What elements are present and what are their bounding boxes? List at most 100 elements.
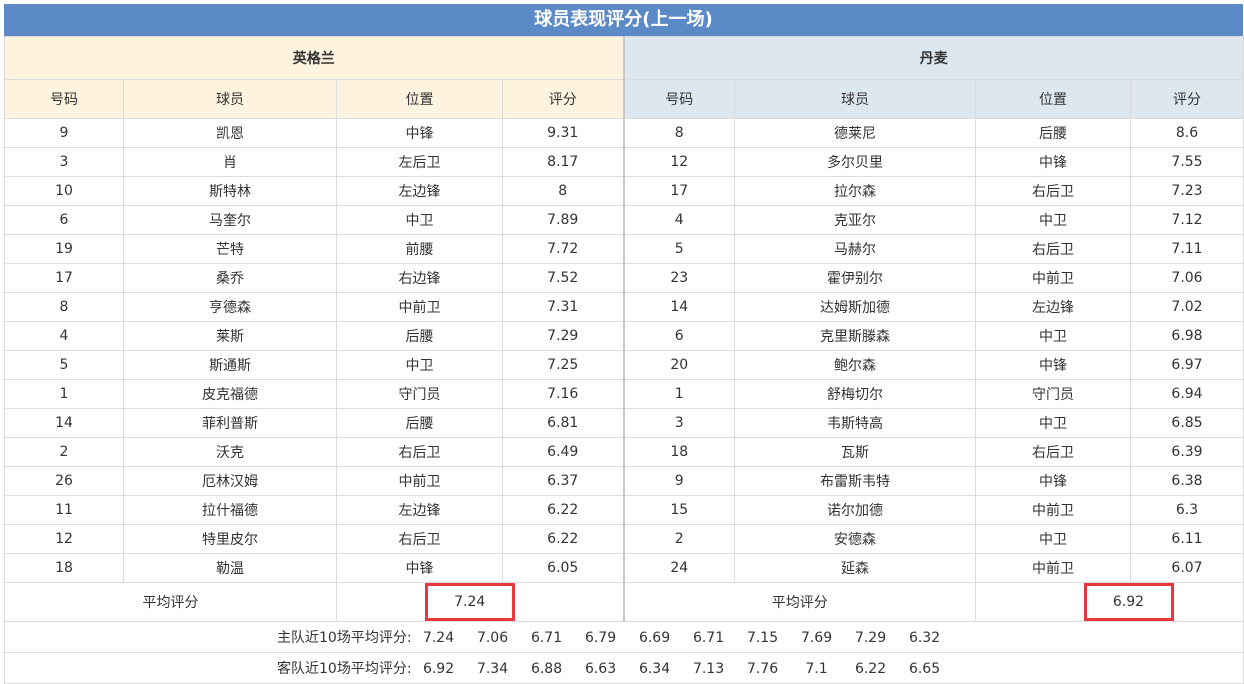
home-player-rating: 7.52: [502, 263, 624, 293]
home-recent-cell: 主队近10场平均评分: 7.24 7.06 6.71 6.79 6.69 6.71 7.15 7…: [4, 621, 1244, 653]
player-row: 19 芒特 前腰 7.72 5 马赫尔 右后卫 7.11: [4, 234, 1244, 264]
home-player-number: 8: [4, 292, 124, 322]
away-player-rating: 6.3: [1130, 495, 1244, 525]
away-player-rating: 6.11: [1130, 524, 1244, 554]
home-player-name: 斯通斯: [123, 350, 337, 380]
away-player-rating: 7.11: [1130, 234, 1244, 264]
home-player-number: 6: [4, 205, 124, 235]
home-player-position: 中前卫: [336, 466, 503, 496]
away-player-rating: 7.02: [1130, 292, 1244, 322]
home-player-rating: 7.25: [502, 350, 624, 380]
away-player-name: 诺尔加德: [734, 495, 976, 525]
home-recent-value: 6.69: [638, 630, 671, 646]
away-recent-cell: 客队近10场平均评分: 6.92 7.34 6.88 6.63 6.34 7.13 7.76 7…: [4, 652, 1244, 684]
home-average-label: 平均评分: [4, 582, 337, 622]
home-col-player: 球员: [123, 79, 337, 119]
home-player-name: 亨德森: [123, 292, 337, 322]
home-player-position: 右后卫: [336, 524, 503, 554]
home-player-rating: 7.89: [502, 205, 624, 235]
away-player-rating: 6.38: [1130, 466, 1244, 496]
home-player-name: 斯特林: [123, 176, 337, 206]
away-player-name: 瓦斯: [734, 437, 976, 467]
average-row: 平均评分 7.24 平均评分 6.92: [4, 582, 1244, 622]
home-player-name: 皮克福德: [123, 379, 337, 409]
home-player-number: 10: [4, 176, 124, 206]
home-player-rating: 6.49: [502, 437, 624, 467]
away-player-name: 霍伊别尔: [734, 263, 976, 293]
home-player-number: 12: [4, 524, 124, 554]
player-row: 1 皮克福德 守门员 7.16 1 舒梅切尔 守门员 6.94: [4, 379, 1244, 409]
away-average-label: 平均评分: [622, 582, 976, 622]
player-row: 12 特里皮尔 右后卫 6.22 2 安德森 中卫 6.11: [4, 524, 1244, 554]
away-player-number: 1: [622, 379, 735, 409]
away-player-name: 克里斯滕森: [734, 321, 976, 351]
away-player-name: 多尔贝里: [734, 147, 976, 177]
home-player-name: 特里皮尔: [123, 524, 337, 554]
away-player-position: 中锋: [975, 466, 1131, 496]
away-player-rating: 8.6: [1130, 118, 1244, 148]
home-player-rating: 7.16: [502, 379, 624, 409]
away-average-cell: 6.92: [975, 582, 1244, 622]
home-recent-values: 7.24 7.06 6.71 6.79 6.69 6.71 7.15 7.69 7.29 6.32: [412, 630, 952, 646]
home-player-number: 9: [4, 118, 124, 148]
player-row: 4 莱斯 后腰 7.29 6 克里斯滕森 中卫 6.98: [4, 321, 1244, 351]
home-player-name: 拉什福德: [123, 495, 337, 525]
player-row: 10 斯特林 左边锋 8 17 拉尔森 右后卫 7.23: [4, 176, 1244, 206]
home-recent-value: 7.15: [746, 630, 779, 646]
home-average-cell: 7.24: [336, 582, 624, 622]
home-player-position: 前腰: [336, 234, 503, 264]
player-row: 17 桑乔 右边锋 7.52 23 霍伊别尔 中前卫 7.06: [4, 263, 1244, 293]
summary-body: 平均评分 7.24 平均评分 6.92 主队近10场平均评分: 7.24 7.06 6…: [4, 582, 1244, 684]
player-row: 5 斯通斯 中卫 7.25 20 鲍尔森 中锋 6.97: [4, 350, 1244, 380]
away-player-position: 后腰: [975, 118, 1131, 148]
away-player-position: 中卫: [975, 321, 1131, 351]
team-header-row: 英格兰 丹麦: [4, 36, 1244, 80]
home-team-name: 英格兰: [4, 36, 624, 80]
away-player-position: 中卫: [975, 524, 1131, 554]
home-player-name: 勒温: [123, 553, 337, 583]
home-average-value: 7.24: [424, 583, 515, 621]
home-player-number: 19: [4, 234, 124, 264]
away-player-name: 鲍尔森: [734, 350, 976, 380]
away-player-rating: 7.23: [1130, 176, 1244, 206]
home-col-position: 位置: [336, 79, 503, 119]
away-player-number: 5: [622, 234, 735, 264]
home-recent-value: 7.29: [854, 630, 887, 646]
home-player-position: 右边锋: [336, 263, 503, 293]
away-player-name: 布雷斯韦特: [734, 466, 976, 496]
home-player-name: 肖: [123, 147, 337, 177]
away-col-player: 球员: [734, 79, 976, 119]
home-recent-label: 主队近10场平均评分:: [277, 630, 412, 646]
away-player-number: 2: [622, 524, 735, 554]
home-col-number: 号码: [4, 79, 124, 119]
home-player-name: 凯恩: [123, 118, 337, 148]
home-player-number: 17: [4, 263, 124, 293]
home-player-number: 18: [4, 553, 124, 583]
home-player-number: 4: [4, 321, 124, 351]
away-player-number: 9: [622, 466, 735, 496]
away-player-number: 6: [622, 321, 735, 351]
away-team-name: 丹麦: [622, 36, 1244, 80]
home-player-rating: 6.05: [502, 553, 624, 583]
home-player-rating: 6.37: [502, 466, 624, 496]
home-player-rating: 7.29: [502, 321, 624, 351]
home-player-position: 左后卫: [336, 147, 503, 177]
home-player-position: 中卫: [336, 350, 503, 380]
player-row: 11 拉什福德 左边锋 6.22 15 诺尔加德 中前卫 6.3: [4, 495, 1244, 525]
away-player-position: 右后卫: [975, 437, 1131, 467]
home-player-position: 右后卫: [336, 437, 503, 467]
away-player-number: 12: [622, 147, 735, 177]
away-player-rating: 6.07: [1130, 553, 1244, 583]
home-player-rating: 8: [502, 176, 624, 206]
away-col-number: 号码: [622, 79, 735, 119]
away-player-name: 达姆斯加德: [734, 292, 976, 322]
away-player-position: 右后卫: [975, 176, 1131, 206]
player-row: 26 厄林汉姆 中前卫 6.37 9 布雷斯韦特 中锋 6.38: [4, 466, 1244, 496]
home-recent-row: 主队近10场平均评分: 7.24 7.06 6.71 6.79 6.69 6.71 7.15 7…: [4, 621, 1244, 653]
home-player-rating: 7.31: [502, 292, 624, 322]
away-player-number: 18: [622, 437, 735, 467]
home-player-number: 26: [4, 466, 124, 496]
home-player-position: 中前卫: [336, 292, 503, 322]
home-player-rating: 6.22: [502, 495, 624, 525]
away-player-rating: 6.39: [1130, 437, 1244, 467]
